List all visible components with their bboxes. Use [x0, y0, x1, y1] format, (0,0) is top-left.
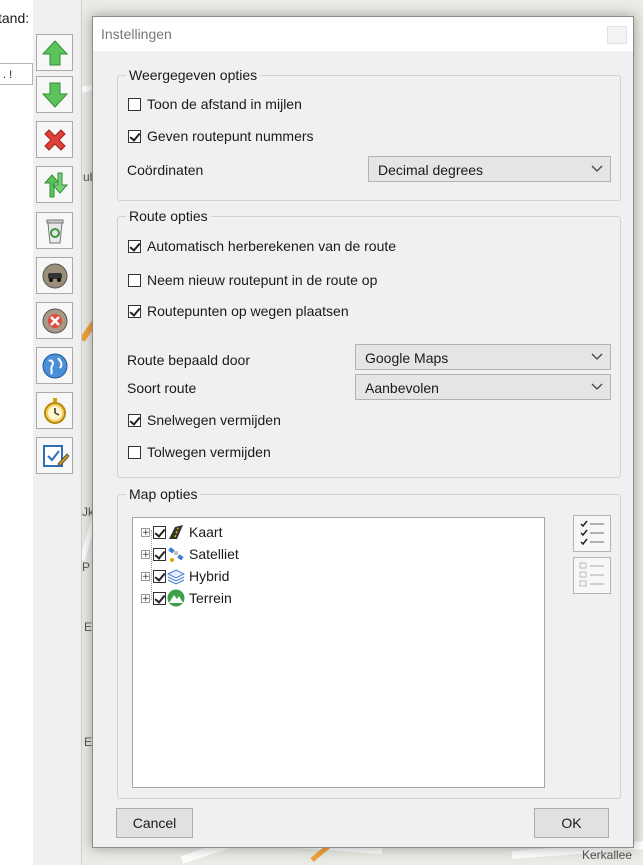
layer-label: Terrein	[189, 590, 232, 606]
checkbox[interactable]	[128, 445, 141, 459]
coordinates-label: Coördinaten	[127, 162, 204, 178]
car-icon	[42, 263, 67, 288]
auto-recalculate-checkbox[interactable]: Automatisch herberekenen van de route	[128, 238, 396, 254]
checkbox[interactable]	[128, 129, 141, 143]
group-title: Weergegeven opties	[126, 67, 261, 83]
checkbox[interactable]	[153, 591, 166, 605]
tree-node-satelliet[interactable]: + Satelliet	[141, 545, 239, 563]
map-label: Kerkallee	[582, 848, 633, 862]
uncheck-all-button[interactable]	[573, 557, 611, 594]
hybrid-layers-icon	[167, 569, 185, 585]
vertical-toolbar	[33, 0, 82, 865]
check-all-icon	[580, 520, 604, 546]
select-value: Aanbevolen	[365, 380, 439, 396]
checkbox[interactable]	[128, 273, 141, 287]
checkbox[interactable]	[153, 525, 166, 539]
terrain-icon	[167, 589, 185, 607]
coordinates-select[interactable]: Decimal degrees	[368, 156, 611, 182]
checkbox-label: Snelwegen vermijden	[147, 412, 281, 428]
ok-button[interactable]: OK	[534, 808, 609, 838]
tree-node-hybrid[interactable]: + Hybrid	[141, 567, 229, 585]
expand-icon[interactable]: +	[141, 527, 150, 537]
uncheck-all-icon	[579, 562, 604, 587]
snap-to-roads-checkbox[interactable]: Routepunten op wegen plaatsen	[128, 303, 349, 319]
no-car-icon	[42, 308, 67, 333]
add-new-waypoint-checkbox[interactable]: Neem nieuw routepunt in de route op	[128, 272, 377, 288]
checkbox-label: Geven routepunt nummers	[147, 128, 314, 144]
checkbox-label: Automatisch herberekenen van de route	[147, 238, 397, 254]
swap-icon	[43, 172, 68, 197]
settings-dialog: Instellingen Weergegeven opties Toon de …	[92, 16, 634, 848]
recycle-bin-icon	[46, 219, 63, 243]
checkbox-label: Neem nieuw routepunt in de route op	[147, 272, 378, 288]
avoid-tolls-checkbox[interactable]: Tolwegen vermijden	[128, 444, 271, 460]
map-label: P	[82, 560, 91, 574]
chevron-down-icon	[591, 353, 603, 360]
avoid-highways-checkbox[interactable]: Snelwegen vermijden	[128, 412, 281, 428]
display-options-group: Weergegeven opties Toon de afstand in mi…	[117, 67, 621, 201]
checkbox-label: Routepunten op wegen plaatsen	[147, 303, 349, 319]
route-provider-select[interactable]: Google Maps	[355, 344, 611, 370]
map-options-group: Map opties + Kaart + Satelliet + Hybrid	[117, 486, 621, 799]
tree-node-terrein[interactable]: + Terrein	[141, 589, 232, 607]
road-icon	[169, 525, 183, 539]
check-all-button[interactable]	[573, 515, 611, 552]
select-value: Decimal degrees	[378, 162, 484, 178]
show-waypoint-numbers-checkbox[interactable]: Geven routepunt nummers	[128, 128, 314, 144]
arrow-up-icon	[41, 39, 68, 65]
checkbox[interactable]	[128, 413, 141, 427]
map-label: E	[84, 620, 93, 634]
delete-button[interactable]	[36, 121, 73, 158]
cancel-button[interactable]: Cancel	[116, 808, 193, 838]
expand-icon[interactable]: +	[141, 593, 150, 603]
checkbox[interactable]	[153, 569, 166, 583]
move-up-button[interactable]	[36, 34, 73, 71]
cancel-route-button[interactable]	[36, 302, 73, 339]
recycle-button[interactable]	[36, 212, 73, 249]
map-layers-tree[interactable]: + Kaart + Satelliet + Hybrid + Terrein	[132, 517, 545, 788]
select-value: Google Maps	[365, 350, 449, 366]
chevron-down-icon	[591, 165, 603, 172]
dialog-title: Instellingen	[101, 26, 172, 42]
left-panel: tand: 0m . !	[0, 0, 52, 865]
move-down-button[interactable]	[36, 76, 73, 113]
left-combo[interactable]: . !	[0, 63, 33, 85]
timer-button[interactable]	[36, 392, 73, 429]
layer-label: Kaart	[189, 524, 223, 540]
car-route-button[interactable]	[36, 257, 73, 294]
route-type-select[interactable]: Aanbevolen	[355, 374, 611, 400]
chevron-down-icon	[591, 383, 603, 390]
group-title: Map opties	[126, 486, 201, 502]
reverse-button[interactable]	[36, 166, 73, 203]
layer-label: Satelliet	[189, 546, 239, 562]
map-label: E	[84, 735, 93, 749]
route-options-group: Route opties Automatisch herberekenen va…	[117, 208, 621, 478]
edit-icon	[42, 444, 69, 467]
edit-button[interactable]	[36, 437, 73, 474]
checkbox-label: Toon de afstand in mijlen	[147, 96, 302, 112]
expand-icon[interactable]: +	[141, 571, 150, 581]
group-title: Route opties	[126, 208, 211, 224]
checkbox[interactable]	[128, 239, 141, 253]
stopwatch-icon	[43, 397, 66, 424]
checkbox[interactable]	[128, 97, 141, 111]
expand-icon[interactable]: +	[141, 549, 150, 559]
close-button[interactable]	[607, 26, 627, 44]
arrow-down-icon	[41, 82, 68, 108]
route-provider-label: Route bepaald door	[127, 352, 250, 368]
delete-icon	[43, 128, 66, 151]
checkbox[interactable]	[128, 304, 141, 318]
show-miles-checkbox[interactable]: Toon de afstand in mijlen	[128, 96, 302, 112]
tree-node-kaart[interactable]: + Kaart	[141, 523, 222, 541]
route-type-label: Soort route	[127, 380, 197, 396]
dialog-titlebar[interactable]: Instellingen	[93, 17, 633, 51]
checkbox[interactable]	[153, 547, 166, 561]
layer-label: Hybrid	[189, 568, 230, 584]
checkbox-label: Tolwegen vermijden	[147, 444, 271, 460]
satellite-icon	[168, 547, 184, 562]
globe-icon	[42, 353, 67, 378]
globe-button[interactable]	[36, 347, 73, 384]
